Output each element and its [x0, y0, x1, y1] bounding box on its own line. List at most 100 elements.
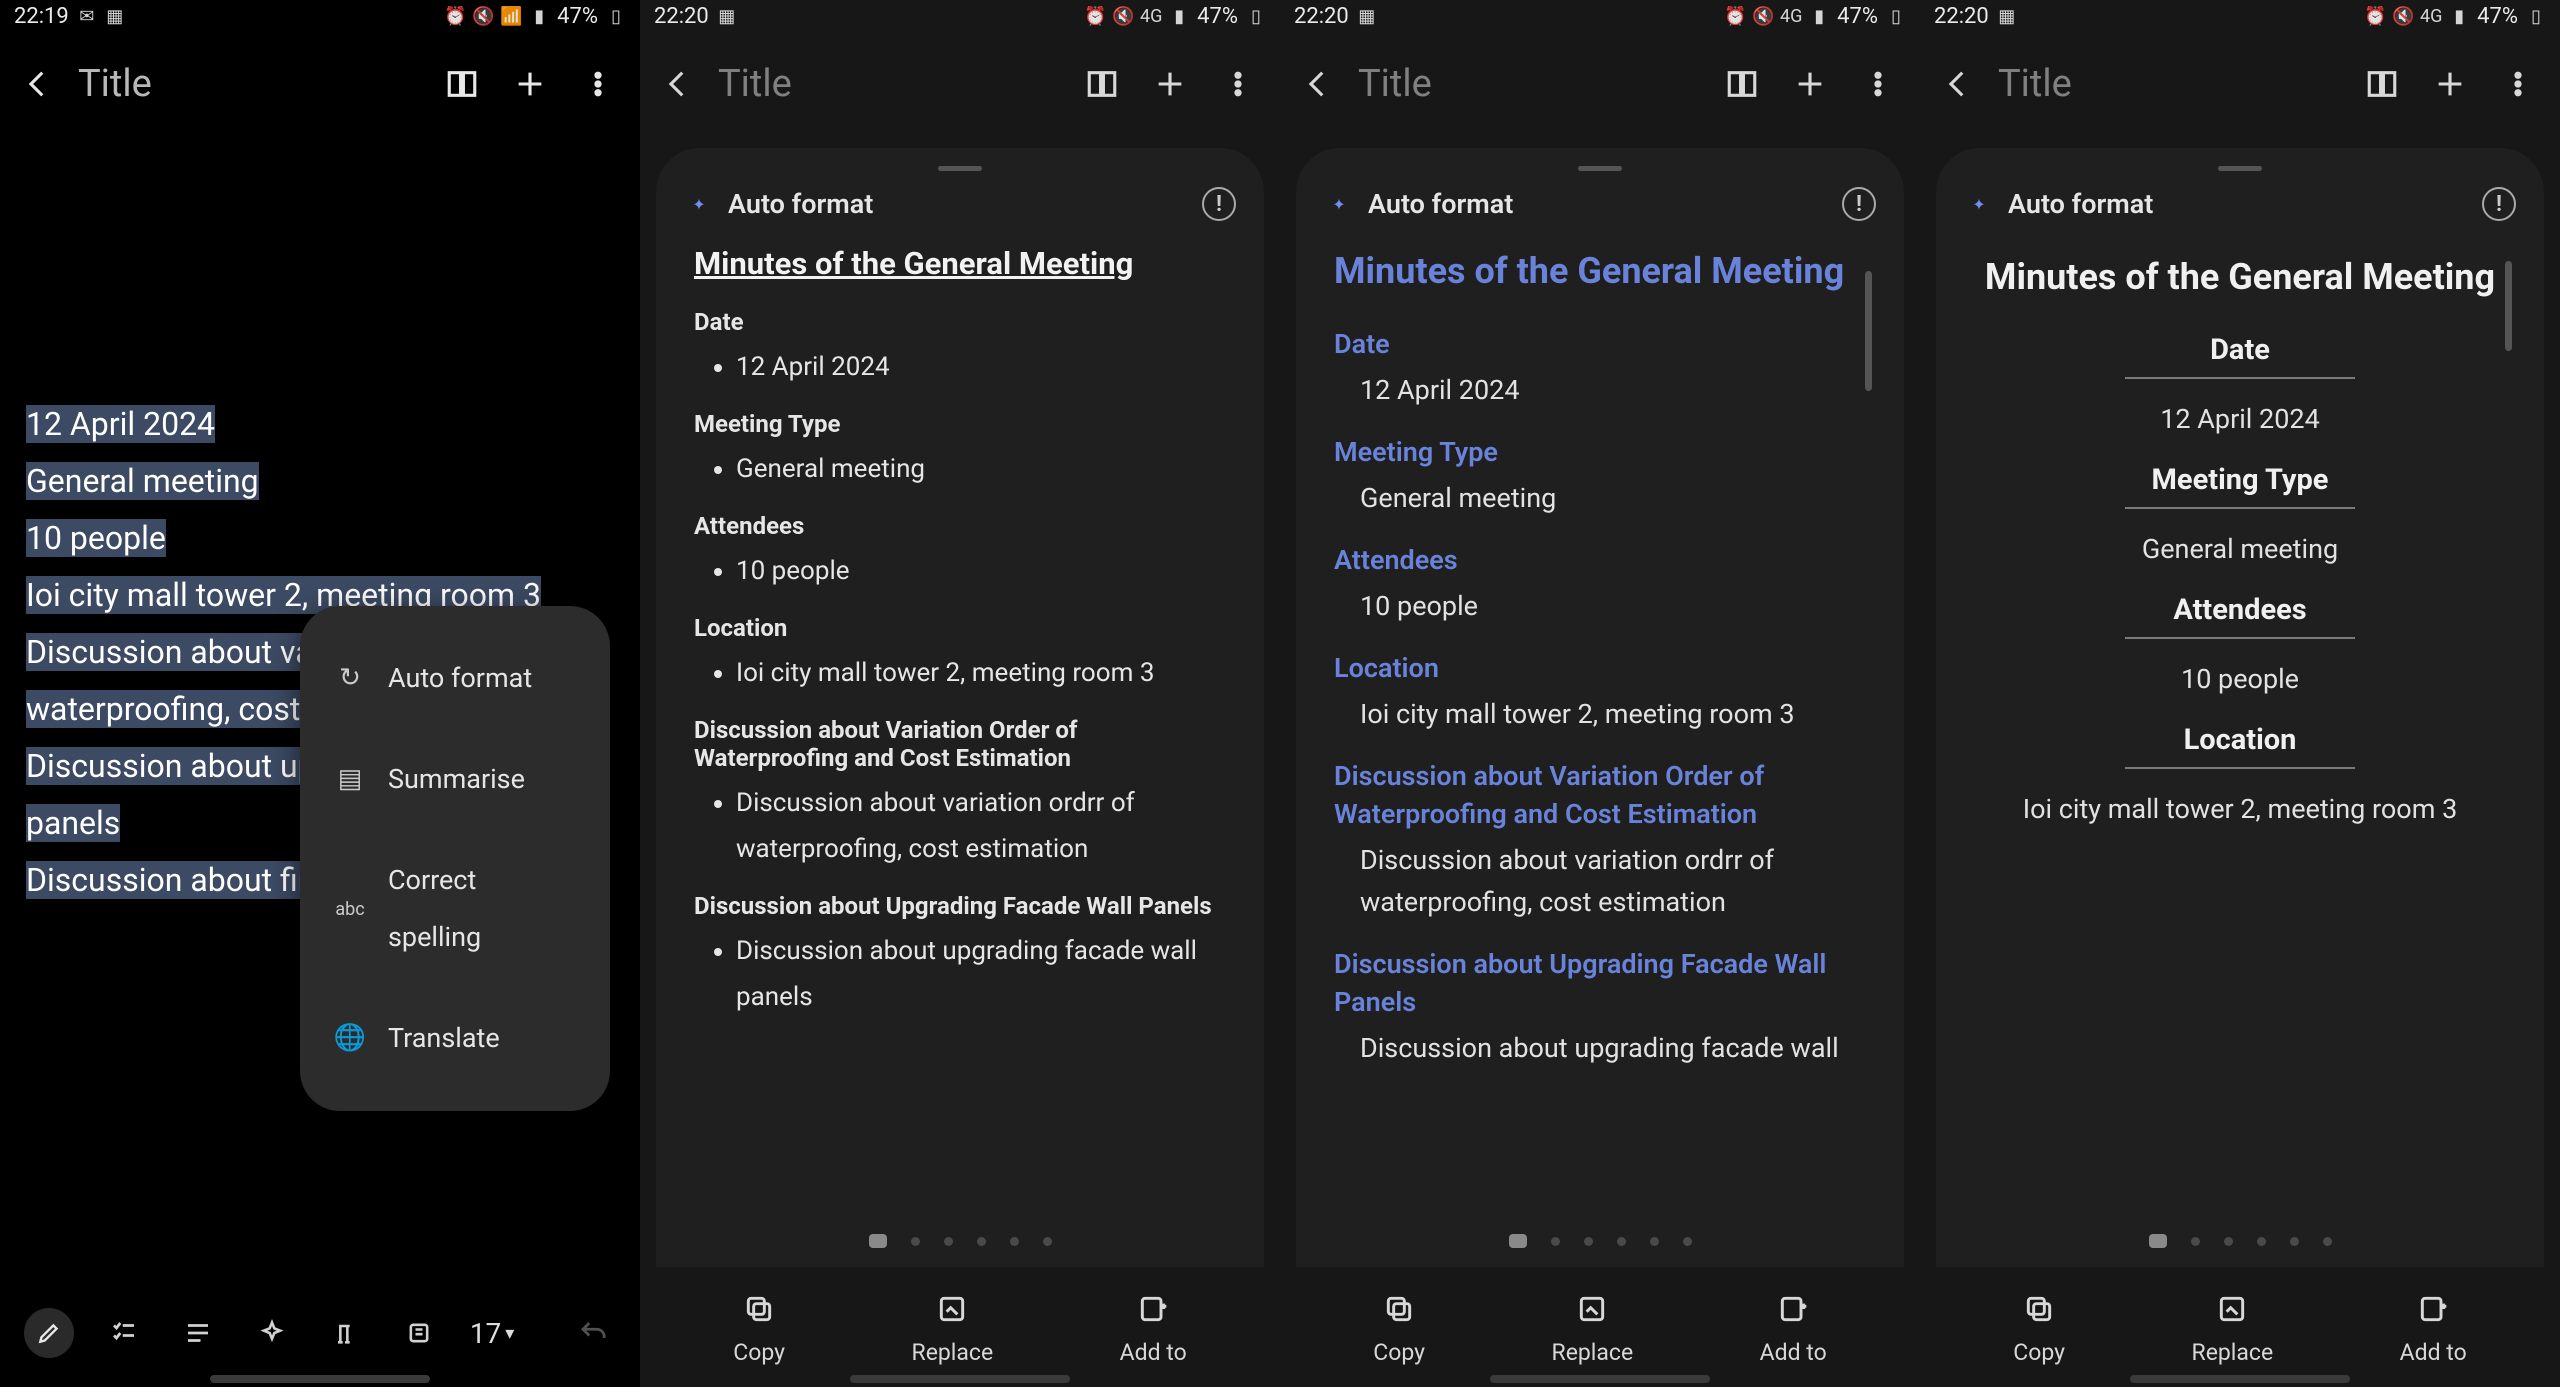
info-button[interactable]: ! — [2482, 187, 2516, 221]
add-button[interactable] — [2426, 60, 2474, 108]
add-to-button[interactable]: Add to — [1120, 1289, 1187, 1366]
overflow-menu-button[interactable] — [574, 60, 622, 108]
section-value: 12 April 2024 — [1974, 403, 2506, 435]
overflow-menu-button[interactable] — [1854, 60, 1902, 108]
back-button[interactable] — [1298, 64, 1338, 104]
text-style-button[interactable] — [175, 1310, 221, 1356]
pager-dot[interactable] — [911, 1237, 920, 1246]
note-title[interactable]: Title — [718, 62, 1058, 106]
overflow-menu-button[interactable] — [1214, 60, 1262, 108]
nav-gesture-bar[interactable] — [2130, 1375, 2350, 1383]
note-title[interactable]: Title — [1998, 62, 2338, 106]
drag-handle[interactable] — [2218, 166, 2262, 171]
pen-tool-button[interactable] — [24, 1308, 74, 1358]
info-button[interactable]: ! — [1202, 187, 1236, 221]
pager-dot[interactable] — [1551, 1237, 1560, 1246]
font-button[interactable] — [323, 1310, 369, 1356]
pager-dot[interactable] — [2323, 1237, 2332, 1246]
nav-gesture-bar[interactable] — [1490, 1375, 1710, 1383]
pager-dot[interactable] — [977, 1237, 986, 1246]
formatted-preview[interactable]: Minutes of the General Meeting Date 12 A… — [684, 231, 1236, 1209]
menu-auto-format[interactable]: ↻Auto format — [300, 628, 610, 729]
pager-dot[interactable] — [2290, 1237, 2299, 1246]
menu-correct-spelling[interactable]: abcCorrect spelling — [300, 830, 610, 988]
undo-button[interactable] — [570, 1310, 616, 1356]
menu-label: Auto format — [388, 650, 532, 707]
add-button[interactable] — [1146, 60, 1194, 108]
info-button[interactable]: ! — [1842, 187, 1876, 221]
pager-dot[interactable] — [1617, 1237, 1626, 1246]
back-button[interactable] — [18, 64, 58, 104]
scrollbar-thumb[interactable] — [1865, 271, 1872, 391]
pager-dot[interactable] — [944, 1237, 953, 1246]
nav-gesture-bar[interactable] — [210, 1375, 430, 1383]
section-heading: Discussion about Upgrading Facade Wall P… — [1334, 945, 1866, 1021]
menu-translate[interactable]: 🌐 Translate — [300, 988, 610, 1089]
reader-mode-button[interactable] — [438, 60, 486, 108]
note-title[interactable]: Title — [78, 62, 418, 106]
auto-format-label: Auto format — [2008, 188, 2468, 220]
section-value: Ioi city mall tower 2, meeting room 3 — [1334, 693, 1866, 735]
note-line[interactable]: 10 people — [26, 519, 166, 557]
pager-dot[interactable] — [2149, 1234, 2167, 1248]
pager-dot[interactable] — [1509, 1234, 1527, 1248]
section-heading: Location — [1974, 723, 2506, 757]
translate-icon: 🌐 — [334, 1023, 366, 1055]
drag-handle[interactable] — [1578, 166, 1622, 171]
note-body[interactable]: 12 April 2024 General meeting 10 people … — [0, 136, 640, 1279]
menu-label: Translate — [388, 1010, 500, 1067]
pager-dot[interactable] — [1584, 1237, 1593, 1246]
nav-gesture-bar[interactable] — [850, 1375, 1070, 1383]
action-label: Copy — [1373, 1339, 1425, 1366]
formatted-preview[interactable]: Minutes of the General Meeting Date 12 A… — [1964, 231, 2516, 1209]
section-value: General meeting — [1974, 533, 2506, 565]
replace-button[interactable]: Replace — [912, 1289, 994, 1366]
font-size-select[interactable]: 17▾ — [470, 1317, 515, 1350]
doc-heading: Minutes of the General Meeting — [1334, 245, 1866, 297]
copy-icon — [739, 1289, 779, 1329]
style-pager[interactable] — [684, 1223, 1236, 1259]
section-value: Ioi city mall tower 2, meeting room 3 — [1974, 793, 2506, 825]
add-button[interactable] — [1786, 60, 1834, 108]
checklist-button[interactable] — [102, 1310, 148, 1356]
divider — [2125, 767, 2355, 769]
pager-dot[interactable] — [869, 1234, 887, 1248]
pager-dot[interactable] — [1683, 1237, 1692, 1246]
pager-dot[interactable] — [1650, 1237, 1659, 1246]
menu-summarise[interactable]: ▤Summarise — [300, 729, 610, 830]
reader-mode-button[interactable] — [1078, 60, 1126, 108]
back-button[interactable] — [1938, 64, 1978, 104]
note-line[interactable]: panels — [26, 804, 120, 842]
scrollbar-thumb[interactable] — [2505, 261, 2512, 351]
reader-mode-button[interactable] — [2358, 60, 2406, 108]
overflow-menu-button[interactable] — [2494, 60, 2542, 108]
status-bar: 22:20▦ ⏰🔇4G▮47%▯ — [1920, 0, 2560, 32]
block-button[interactable] — [396, 1310, 442, 1356]
replace-button[interactable]: Replace — [1552, 1289, 1634, 1366]
reader-mode-button[interactable] — [1718, 60, 1766, 108]
wifi-icon: 📶 — [501, 6, 521, 26]
note-line[interactable]: 12 April 2024 — [26, 405, 215, 443]
section-value: 10 people — [1334, 585, 1866, 627]
pager-dot[interactable] — [2224, 1237, 2233, 1246]
add-to-button[interactable]: Add to — [2400, 1289, 2467, 1366]
note-line[interactable]: General meeting — [26, 462, 259, 500]
back-button[interactable] — [658, 64, 698, 104]
pager-dot[interactable] — [2191, 1237, 2200, 1246]
replace-button[interactable]: Replace — [2192, 1289, 2274, 1366]
style-pager[interactable] — [1324, 1223, 1876, 1259]
copy-button[interactable]: Copy — [2013, 1289, 2065, 1366]
copy-button[interactable]: Copy — [1373, 1289, 1425, 1366]
pager-dot[interactable] — [1010, 1237, 1019, 1246]
add-to-button[interactable]: Add to — [1760, 1289, 1827, 1366]
copy-button[interactable]: Copy — [733, 1289, 785, 1366]
note-title[interactable]: Title — [1358, 62, 1698, 106]
style-pager[interactable] — [1964, 1223, 2516, 1259]
pager-dot[interactable] — [2257, 1237, 2266, 1246]
divider — [2125, 637, 2355, 639]
add-button[interactable] — [506, 60, 554, 108]
formatted-preview[interactable]: Minutes of the General Meeting Date 12 A… — [1324, 231, 1876, 1209]
drag-handle[interactable] — [938, 166, 982, 171]
ai-assist-button[interactable] — [249, 1310, 295, 1356]
pager-dot[interactable] — [1043, 1237, 1052, 1246]
